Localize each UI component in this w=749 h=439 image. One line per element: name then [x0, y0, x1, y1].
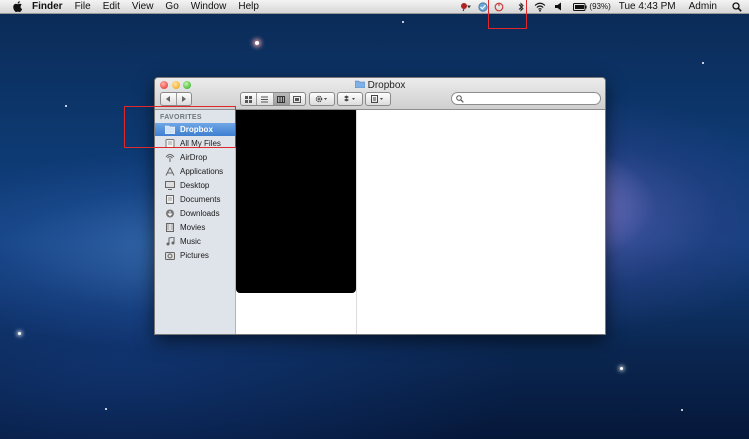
star — [255, 41, 259, 45]
back-arrow-icon — [166, 96, 171, 102]
sidebar-item-pictures[interactable]: Pictures — [155, 249, 235, 262]
volume-icon[interactable] — [555, 2, 563, 11]
airdrop-icon — [165, 154, 175, 162]
applications-icon — [165, 167, 175, 176]
menu-bar: Finder File Edit View Go Window Help (93… — [0, 0, 749, 14]
back-button[interactable] — [161, 93, 177, 105]
sidebar-item-label: AirDrop — [180, 153, 208, 162]
menu-app-finder[interactable]: Finder — [32, 1, 63, 12]
search-icon — [456, 94, 464, 103]
documents-icon — [166, 195, 174, 204]
sidebar-item-desktop[interactable]: Desktop — [155, 179, 235, 192]
columns-icon — [277, 95, 286, 103]
sidebar-item-documents[interactable]: Documents — [155, 193, 235, 206]
apple-menu-icon[interactable] — [11, 1, 24, 12]
downloads-icon — [166, 209, 174, 218]
battery-percent[interactable]: (93%) — [589, 2, 610, 11]
movies-icon — [166, 223, 174, 232]
battery-icon[interactable] — [573, 2, 588, 11]
desktop-icon — [165, 181, 175, 190]
icon-view-button[interactable] — [241, 93, 258, 105]
sidebar-item-label: Applications — [180, 167, 224, 176]
star — [105, 408, 107, 410]
action-button[interactable] — [309, 92, 335, 106]
sidebar-dropbox-highlight — [124, 106, 236, 148]
star — [65, 105, 67, 107]
sidebar-item-applications[interactable]: Applications — [155, 165, 235, 178]
view-mode-control — [240, 92, 306, 106]
user-menu[interactable]: Admin — [689, 1, 717, 12]
menu-view[interactable]: View — [132, 1, 154, 12]
spotlight-search-icon[interactable] — [732, 1, 742, 12]
menu-window[interactable]: Window — [191, 1, 227, 12]
forward-arrow-icon — [181, 96, 186, 102]
list-icon — [261, 96, 269, 102]
window-title: Dropbox — [367, 80, 406, 91]
coverflow-view-button[interactable] — [290, 93, 305, 105]
redacted-file-list — [236, 110, 356, 293]
menu-go[interactable]: Go — [165, 1, 178, 12]
column-view-button[interactable] — [273, 93, 290, 105]
gear-icon — [315, 95, 327, 103]
sidebar-item-airdrop[interactable]: AirDrop — [155, 151, 235, 164]
coverflow-icon — [293, 95, 302, 103]
star — [702, 62, 704, 64]
dropbox-status-icon[interactable] — [478, 1, 489, 12]
sidebar-item-label: Downloads — [180, 209, 220, 218]
sidebar-item-label: Desktop — [180, 181, 210, 190]
menubar-icons-highlight — [488, 0, 527, 29]
search-field[interactable] — [451, 92, 601, 105]
wifi-icon[interactable] — [534, 2, 546, 12]
browser-column-2[interactable] — [357, 110, 605, 334]
arrange-button[interactable] — [365, 92, 391, 106]
sidebar-item-music[interactable]: Music — [155, 235, 235, 248]
window-title-area: Dropbox — [155, 80, 605, 91]
forward-button[interactable] — [177, 93, 192, 105]
grid-icon — [245, 95, 253, 103]
star — [18, 332, 21, 335]
sidebar-item-downloads[interactable]: Downloads — [155, 207, 235, 220]
list-view-button[interactable] — [257, 93, 274, 105]
pictures-icon — [165, 252, 175, 260]
star — [681, 409, 683, 411]
dropbox-icon — [344, 95, 355, 102]
arrange-icon — [371, 95, 383, 103]
sidebar-item-label: Movies — [180, 223, 206, 232]
back-forward-control — [160, 92, 192, 106]
clock[interactable]: Tue 4:43 PM — [619, 1, 676, 12]
folder-icon — [354, 80, 365, 91]
star — [620, 367, 623, 370]
menu-help[interactable]: Help — [238, 1, 259, 12]
dropbox-share-button[interactable] — [337, 92, 363, 106]
sidebar-item-label: Music — [180, 237, 201, 246]
browser-column-1[interactable] — [236, 110, 357, 334]
music-icon — [166, 237, 175, 246]
sidebar-item-label: Documents — [180, 195, 221, 204]
menu-file[interactable]: File — [75, 1, 91, 12]
star — [402, 21, 404, 23]
sidebar-item-label: Pictures — [180, 251, 209, 260]
status-extra-icon[interactable] — [460, 2, 472, 12]
sidebar-item-movies[interactable]: Movies — [155, 221, 235, 234]
menu-edit[interactable]: Edit — [103, 1, 120, 12]
